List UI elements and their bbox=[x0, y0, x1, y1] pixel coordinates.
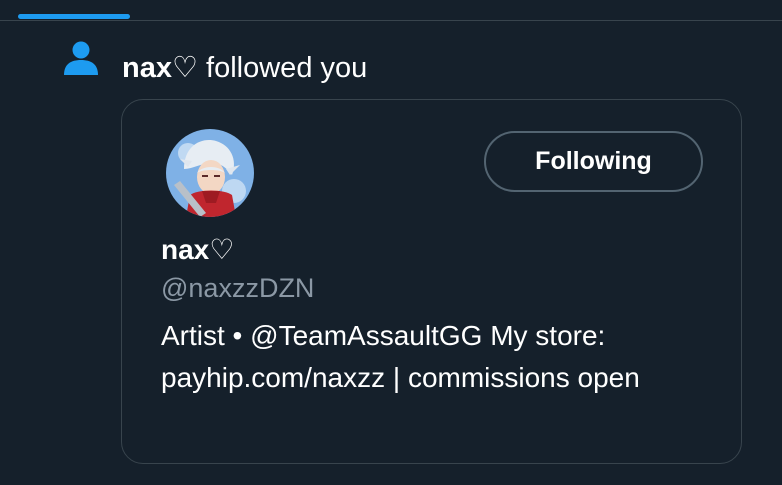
top-divider bbox=[0, 20, 782, 21]
avatar[interactable] bbox=[166, 129, 254, 217]
active-tab-indicator bbox=[18, 14, 130, 19]
notification-action-text: followed you bbox=[197, 52, 368, 84]
person-icon bbox=[62, 40, 100, 78]
following-button[interactable]: Following bbox=[484, 131, 703, 192]
profile-bio: Artist • @TeamAssaultGG My store: payhip… bbox=[161, 320, 640, 393]
notification-text: nax♡ followed you bbox=[122, 50, 367, 86]
profile-handle[interactable]: @naxzzDZN bbox=[161, 271, 314, 305]
profile-display-name[interactable]: nax♡ bbox=[161, 233, 234, 267]
notification-actor-name[interactable]: nax♡ bbox=[122, 52, 198, 84]
profile-card[interactable]: Following nax♡ @naxzzDZN Artist • @TeamA… bbox=[121, 99, 742, 464]
